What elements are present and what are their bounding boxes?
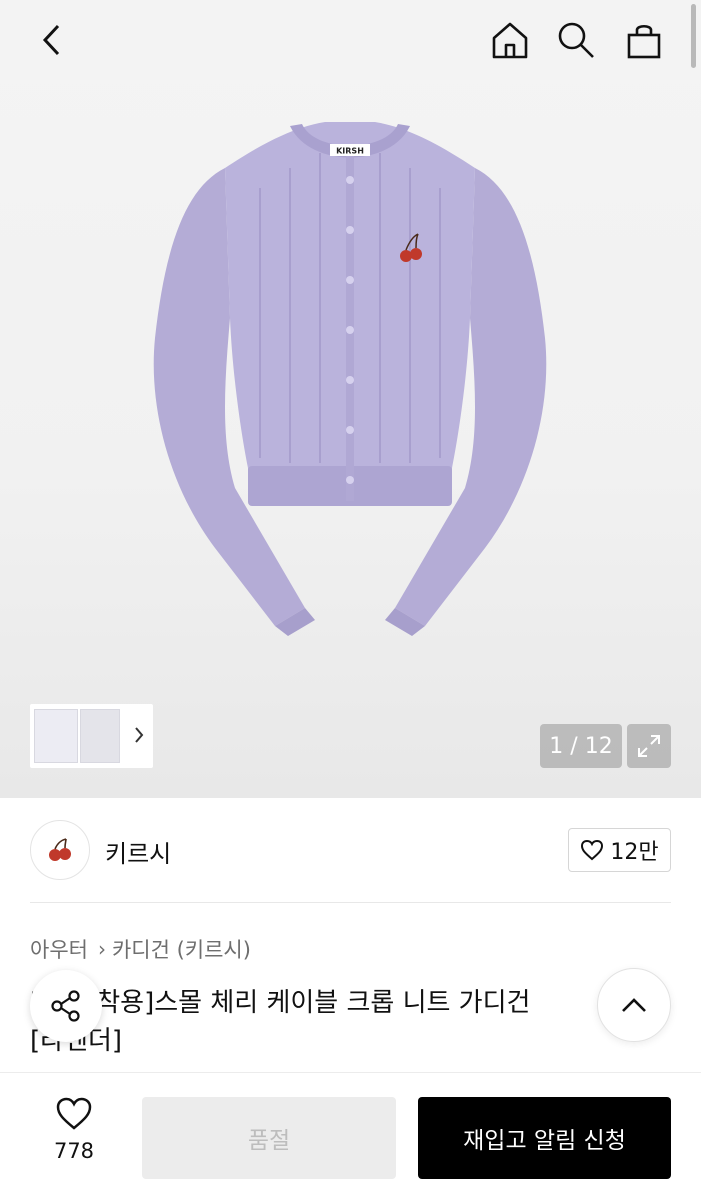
share-icon bbox=[51, 990, 80, 1022]
scroll-top-button[interactable] bbox=[597, 968, 671, 1042]
brand-like-button[interactable]: 12만 bbox=[568, 828, 671, 872]
back-button[interactable] bbox=[28, 16, 76, 64]
brand-name[interactable]: 키르시 bbox=[105, 834, 171, 869]
chevron-right-icon[interactable] bbox=[133, 726, 145, 748]
cherry-logo-icon bbox=[49, 838, 71, 861]
home-icon bbox=[492, 22, 528, 59]
search-icon bbox=[558, 22, 594, 58]
home-button[interactable] bbox=[486, 16, 534, 64]
wishlist-button[interactable]: 778 bbox=[44, 1097, 104, 1163]
cart-button[interactable] bbox=[620, 16, 668, 64]
product-title-line1: [박채 착용]스몰 체리 케이블 크롭 니트 가디건 bbox=[30, 988, 531, 1018]
product-image[interactable]: KIRSH bbox=[130, 108, 570, 638]
breadcrumb-item[interactable]: 아우터 bbox=[30, 934, 88, 964]
heart-icon bbox=[581, 839, 604, 861]
brand-tag-text: KIRSH bbox=[336, 147, 364, 156]
product-gallery[interactable]: KIRSH 1 / 12 bbox=[0, 0, 701, 798]
thumbnail-strip[interactable] bbox=[30, 704, 153, 768]
expand-icon[interactable] bbox=[627, 724, 671, 768]
brand-like-count: 12만 bbox=[610, 840, 659, 865]
chevron-left-icon bbox=[42, 24, 60, 56]
restock-alert-button[interactable]: 재입고 알림 신청 bbox=[418, 1097, 671, 1179]
product-title: [박채 착용]스몰 체리 케이블 크롭 니트 가디건 [라벤더] bbox=[30, 984, 630, 1060]
top-nav-bar bbox=[0, 0, 701, 80]
brand-row[interactable]: 키르시 12만 bbox=[0, 798, 701, 902]
divider bbox=[30, 902, 671, 903]
search-button[interactable] bbox=[552, 16, 600, 64]
breadcrumb: 아우터 › 카디건 (키르시) bbox=[30, 934, 251, 964]
product-page: KIRSH 1 / 12 키르시 12만 아우터 › 카디건 (키르시) [박채… bbox=[0, 0, 701, 1200]
thumbnail-1[interactable] bbox=[34, 709, 78, 763]
chevron-right-icon: › bbox=[97, 937, 106, 961]
heart-icon bbox=[56, 1097, 92, 1130]
thumbnail-2[interactable] bbox=[80, 709, 120, 763]
wishlist-count: 778 bbox=[53, 1139, 95, 1163]
image-counter: 1 / 12 bbox=[540, 724, 622, 768]
chevron-up-icon bbox=[622, 998, 646, 1012]
product-title-line2: [라벤더] bbox=[30, 1026, 123, 1056]
shopping-bag-icon bbox=[627, 24, 661, 59]
breadcrumb-item[interactable]: 카디건 (키르시) bbox=[112, 934, 251, 964]
scrollbar[interactable] bbox=[691, 4, 696, 68]
brand-avatar[interactable] bbox=[30, 820, 90, 880]
bottom-action-bar: 778 품절 재입고 알림 신청 bbox=[0, 1072, 701, 1200]
share-button[interactable] bbox=[30, 970, 102, 1042]
soldout-button: 품절 bbox=[142, 1097, 396, 1179]
